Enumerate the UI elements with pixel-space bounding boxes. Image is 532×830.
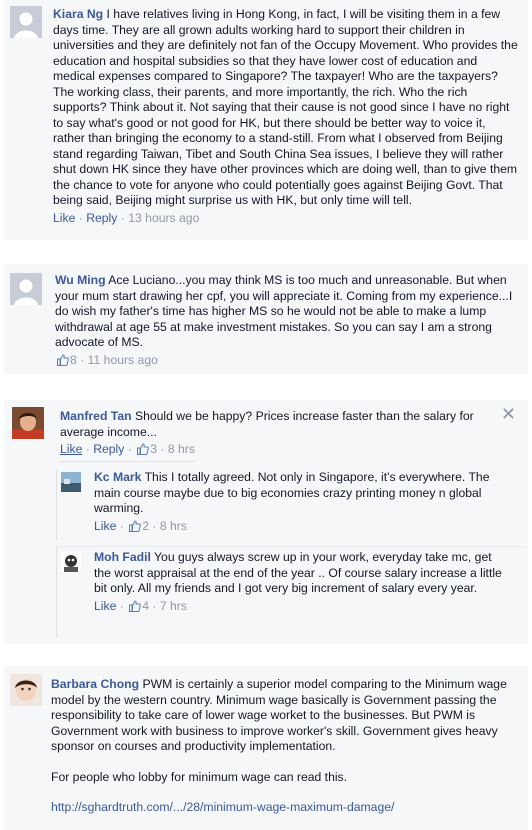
comment-timestamp[interactable]: 11 hours ago bbox=[88, 353, 158, 367]
reply-text: You guys always screw up in your work, e… bbox=[94, 550, 502, 595]
comment-card: Kiara Ng I have relatives living in Hong… bbox=[4, 0, 528, 240]
like-count-value: 2 bbox=[142, 518, 149, 533]
avatar[interactable] bbox=[10, 6, 42, 38]
user-photo-icon bbox=[10, 674, 42, 706]
reply-content: Kc Mark This I totally agreed. Not only … bbox=[94, 470, 504, 517]
comment-card: ✕ Manfred Tan Should we be happy? Prices… bbox=[4, 400, 528, 644]
reply-content: Moh Fadil You guys always screw up in yo… bbox=[94, 550, 506, 597]
comment-text-paragraph: For people who lobby for minimum wage ca… bbox=[51, 769, 348, 784]
like-count[interactable]: 8 bbox=[55, 353, 80, 367]
comment-timestamp[interactable]: 8 hrs bbox=[168, 442, 195, 456]
reply-actions: Like · 2 · 8 hrs bbox=[94, 519, 504, 535]
separator: · bbox=[119, 518, 124, 533]
user-photo-icon bbox=[61, 472, 81, 492]
like-count[interactable]: 3 bbox=[135, 442, 160, 456]
reply-timestamp[interactable]: 7 hrs bbox=[160, 599, 187, 613]
like-count-value: 8 bbox=[70, 352, 77, 367]
reply-author[interactable]: Kc Mark bbox=[94, 470, 141, 484]
comment-text: Ace Luciano...you may think MS is too mu… bbox=[55, 273, 513, 349]
reply-actions: Like · 4 · 7 hrs bbox=[94, 599, 506, 615]
separator: · bbox=[85, 442, 90, 456]
avatar[interactable] bbox=[10, 273, 42, 305]
reply-item: Moh Fadil You guys always screw up in yo… bbox=[56, 546, 525, 637]
user-photo-icon bbox=[61, 552, 81, 572]
comment-content: Manfred Tan Should we be happy? Prices i… bbox=[60, 409, 500, 440]
like-link[interactable]: Like bbox=[94, 519, 116, 533]
reply-body: Moh Fadil You guys always screw up in yo… bbox=[94, 550, 506, 614]
comment-content: Barbara Chong PWM is certainly a superio… bbox=[51, 677, 521, 755]
like-link[interactable]: Like bbox=[53, 211, 75, 225]
close-icon[interactable]: ✕ bbox=[501, 405, 516, 423]
separator: · bbox=[152, 518, 157, 533]
avatar[interactable] bbox=[12, 407, 44, 439]
thumbs-up-icon bbox=[129, 599, 142, 612]
comment-author[interactable]: Wu Ming bbox=[55, 273, 106, 287]
separator: · bbox=[119, 598, 124, 613]
reply-item: Kc Mark This I totally agreed. Not only … bbox=[56, 470, 525, 540]
separator: · bbox=[160, 442, 165, 456]
comment-actions: Like · Reply · 13 hours ago bbox=[53, 211, 519, 227]
default-avatar-icon bbox=[10, 273, 42, 305]
comment-author[interactable]: Kiara Ng bbox=[53, 7, 103, 21]
reply-text: This I totally agreed. Not only in Singa… bbox=[94, 470, 490, 515]
comment-card: Barbara Chong PWM is certainly a superio… bbox=[4, 666, 528, 830]
reply-link[interactable]: Reply bbox=[93, 442, 124, 456]
separator: · bbox=[80, 352, 85, 367]
article-link[interactable]: http://sghardtruth.com/.../28/minimum-wa… bbox=[51, 800, 521, 816]
like-count-value: 4 bbox=[142, 598, 149, 613]
avatar[interactable] bbox=[61, 472, 81, 492]
user-photo-icon bbox=[12, 407, 44, 439]
like-count-value: 3 bbox=[150, 442, 157, 456]
comment-card: Wu Ming Ace Luciano...you may think MS i… bbox=[4, 264, 528, 374]
thumbs-up-icon bbox=[137, 443, 150, 455]
comment-actions: 8 · 11 hours ago bbox=[55, 353, 519, 369]
comment-actions: Like · Reply · 3 · 8 hrs bbox=[60, 442, 195, 462]
reply-timestamp[interactable]: 8 hrs bbox=[160, 519, 187, 533]
comment-text: I have relatives living in Hong Kong, in… bbox=[53, 7, 518, 207]
comment-content: Wu Ming Ace Luciano...you may think MS i… bbox=[55, 273, 519, 351]
like-link[interactable]: Like bbox=[60, 442, 82, 456]
reply-link[interactable]: Reply bbox=[86, 211, 117, 225]
thumbs-up-icon bbox=[129, 519, 142, 532]
avatar[interactable] bbox=[61, 552, 81, 572]
thumbs-up-icon bbox=[57, 353, 69, 366]
comment-body: Wu Ming Ace Luciano...you may think MS i… bbox=[55, 273, 519, 368]
comment-body: Manfred Tan Should we be happy? Prices i… bbox=[60, 409, 500, 462]
separator: · bbox=[127, 442, 132, 456]
like-count[interactable]: 2 bbox=[127, 519, 152, 533]
default-avatar-icon bbox=[10, 6, 42, 38]
comment-author[interactable]: Barbara Chong bbox=[51, 677, 139, 691]
separator: · bbox=[78, 210, 83, 225]
like-count[interactable]: 4 bbox=[127, 599, 152, 613]
reply-author[interactable]: Moh Fadil bbox=[94, 550, 151, 564]
separator: · bbox=[152, 598, 157, 613]
like-link[interactable]: Like bbox=[94, 599, 116, 613]
comment-author[interactable]: Manfred Tan bbox=[60, 409, 132, 423]
comment-body: Barbara Chong PWM is certainly a superio… bbox=[51, 677, 521, 816]
separator: · bbox=[120, 210, 125, 225]
comment-timestamp[interactable]: 13 hours ago bbox=[128, 211, 199, 225]
comment-content: Kiara Ng I have relatives living in Hong… bbox=[53, 7, 519, 209]
avatar[interactable] bbox=[10, 674, 42, 706]
reply-body: Kc Mark This I totally agreed. Not only … bbox=[94, 470, 504, 534]
comment-body: Kiara Ng I have relatives living in Hong… bbox=[53, 7, 519, 226]
